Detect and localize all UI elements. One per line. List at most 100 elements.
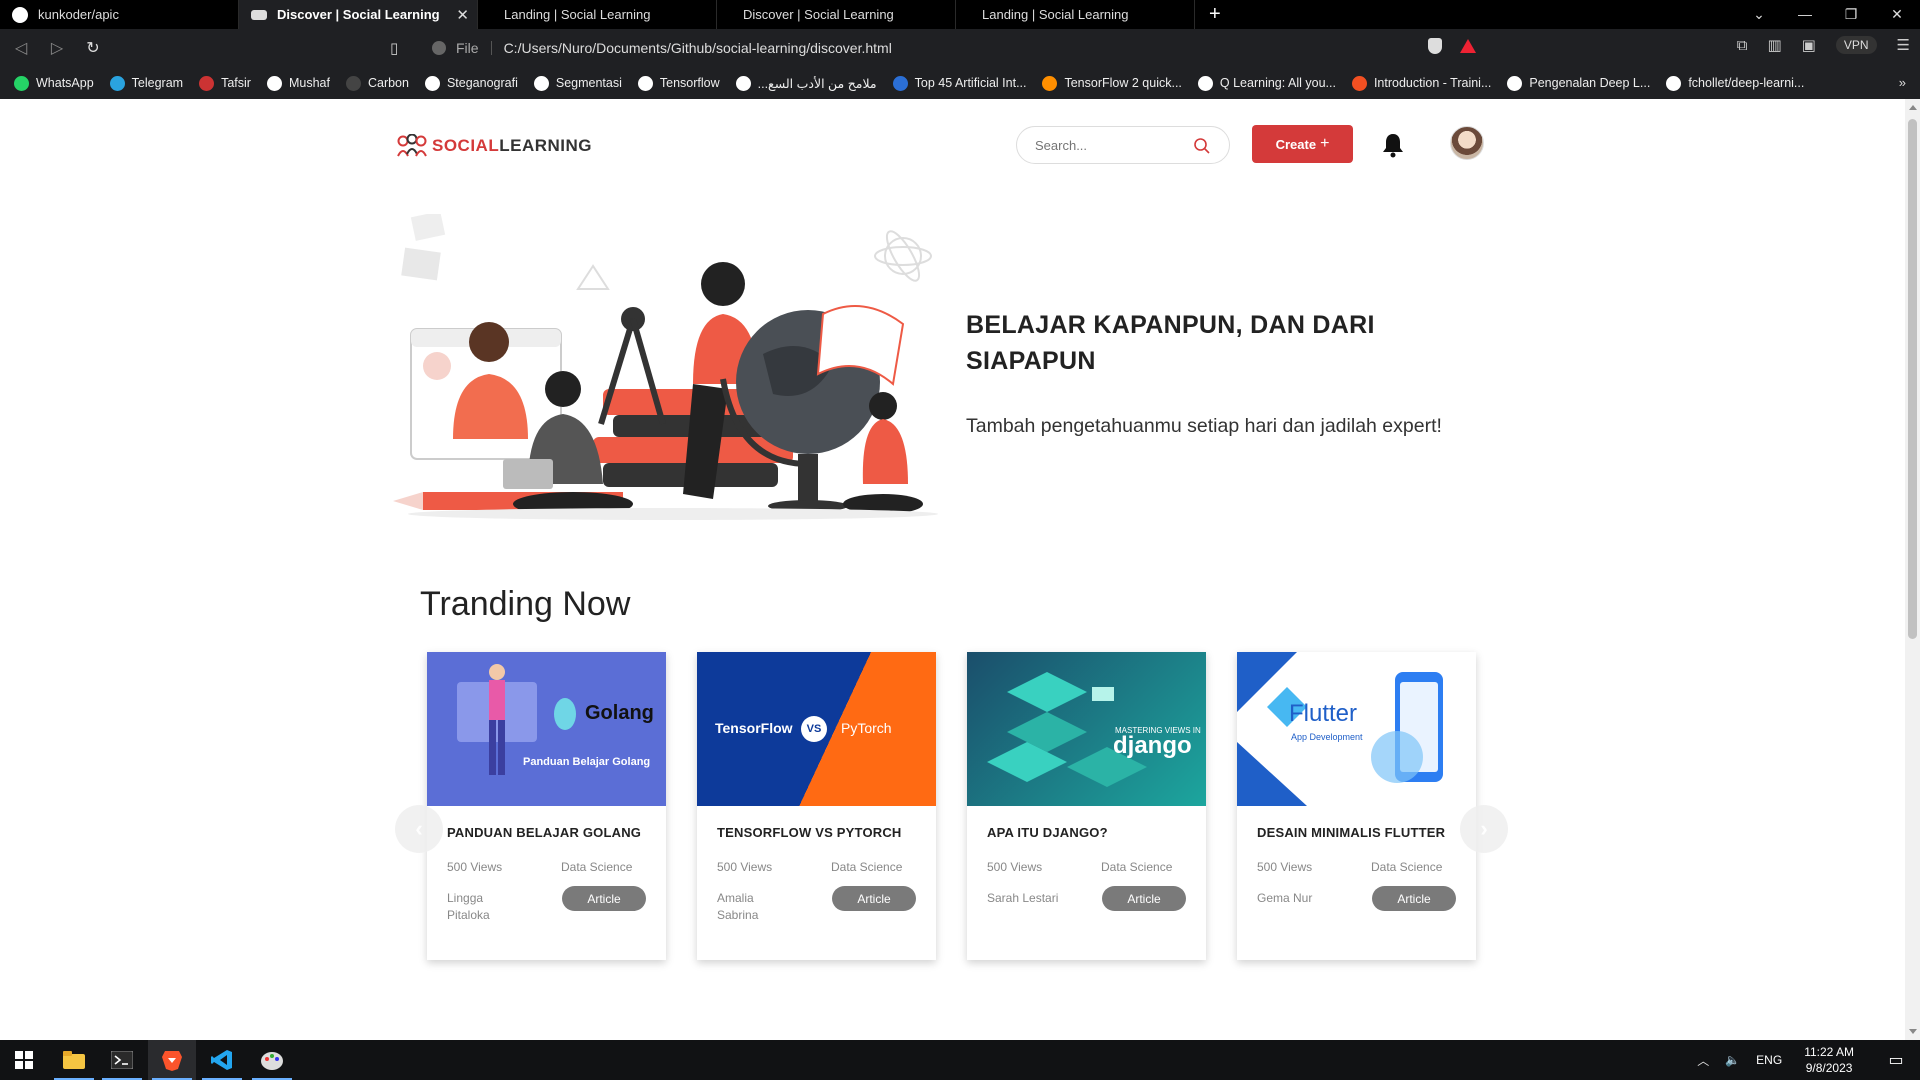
address-bar[interactable]: File C:/Users/Nuro/Documents/Github/soci… [420,34,1500,62]
notification-bell-icon[interactable] [1381,132,1405,158]
article-card[interactable]: MASTERING VIEWS IN django APA ITU DJANGO… [967,652,1206,960]
taskbar-terminal[interactable] [98,1040,146,1080]
tab-label: Landing | Social Learning [504,7,651,22]
article-card[interactable]: TensorFlow VS PyTorch TENSORFLOW VS PYTO… [697,652,936,960]
search-icon[interactable] [1193,137,1211,155]
search-input[interactable] [1035,137,1185,153]
sidebar-icon[interactable]: ▥ [1767,36,1781,54]
tab-landing-2[interactable]: Landing | Social Learning [956,0,1195,29]
forward-icon[interactable]: ▷ [42,38,72,58]
bookmark-label: Carbon [367,76,409,90]
card-type-badge[interactable]: Article [832,886,916,911]
bookmark-item[interactable]: TensorFlow 2 quick... [1042,75,1182,91]
bookmark-item[interactable]: Pengenalan Deep L... [1507,75,1650,91]
thumb-caption: Golang [585,702,654,724]
thumb-caption: django [1113,732,1192,759]
taskbar-vscode[interactable] [198,1040,246,1080]
bookmark-item[interactable]: Mushaf [266,75,330,91]
carousel-next-button[interactable]: › [1460,805,1508,853]
chevron-left-icon: ‹ [415,816,423,841]
start-button[interactable] [0,1040,48,1080]
page-scrollbar[interactable] [1905,99,1920,1040]
taskbar-paint-app[interactable] [248,1040,296,1080]
article-card[interactable]: Flutter App Development DESAIN MINIMALIS… [1237,652,1476,960]
close-window-button[interactable]: ✕ [1874,0,1920,29]
extensions-icon[interactable]: ⧉ [1737,37,1748,54]
bookmark-item[interactable]: Segmentasi [533,75,622,91]
taskbar-brave-browser[interactable] [148,1040,196,1080]
more-bookmarks-icon[interactable]: » [1899,75,1906,90]
back-icon[interactable]: ◁ [6,38,36,58]
chevron-up-icon[interactable]: ︿ [1697,1052,1709,1069]
card-views: 500 Views [447,860,503,874]
close-tab-icon[interactable]: ✕ [456,6,469,24]
card-category: Data Science [561,860,633,874]
url-text[interactable]: C:/Users/Nuro/Documents/Github/social-le… [504,40,892,56]
scrollbar-thumb[interactable] [1908,119,1917,639]
notification-center-icon[interactable]: ▭ [1872,1050,1920,1070]
card-type-badge[interactable]: Article [562,886,646,911]
search-box[interactable] [1016,126,1230,164]
card-type-badge[interactable]: Article [1102,886,1186,911]
scroll-down-icon[interactable] [1909,1029,1917,1034]
bookmark-item[interactable]: Carbon [345,75,409,91]
carousel-prev-button[interactable]: ‹ [395,805,443,853]
bookmark-item[interactable]: Steganografi [424,75,518,91]
taskbar-file-explorer[interactable] [50,1040,98,1080]
window-controls: ⌄ — ❐ ✕ [1736,0,1920,29]
tab-discover-active[interactable]: Discover | Social Learning ✕ [239,0,478,29]
clock-date: 9/8/2023 [1805,1061,1853,1075]
card-views: 500 Views [1257,860,1313,874]
bookmark-item[interactable]: Q Learning: All you... [1197,75,1336,91]
card-views: 500 Views [717,860,773,874]
plus-icon: + [1320,135,1330,152]
chevron-right-icon: › [1480,816,1488,841]
bookmark-label: Introduction - Traini... [1373,76,1492,90]
wallet-icon[interactable]: ▣ [1802,36,1816,54]
card-type-badge[interactable]: Article [1372,886,1456,911]
create-button[interactable]: Create + [1252,125,1353,163]
brave-rewards-icon[interactable] [1460,39,1476,53]
article-card[interactable]: Golang Panduan Belajar Golang PANDUAN BE… [427,652,666,960]
thumb-subcaption: App Development [1291,732,1363,742]
bookmark-item[interactable]: Tafsir [199,75,251,91]
reload-icon[interactable]: ↻ [78,38,108,58]
system-clock[interactable]: 11:22 AM 9/8/2023 [1804,1044,1854,1076]
card-title: TENSORFLOW VS PYTORCH [717,825,902,840]
thumb-subcaption: PyTorch [841,720,892,736]
tab-search-icon[interactable]: ⌄ [1736,0,1782,29]
user-avatar[interactable] [1450,126,1484,160]
bookmark-item[interactable]: Top 45 Artificial Int... [892,75,1026,91]
thumb-caption: Flutter [1289,700,1358,727]
menu-icon[interactable]: ☰ [1897,36,1910,54]
bookmark-item[interactable]: Introduction - Traini... [1351,75,1492,91]
new-tab-button[interactable]: + [1209,3,1221,26]
create-button-label: Create [1275,136,1317,152]
bookmark-item[interactable]: WhatsApp [14,75,94,91]
bookmark-item[interactable]: Telegram [109,75,183,91]
logo-text-social: SOCIAL [432,136,500,155]
bookmark-item[interactable]: ...ملامح من الأدب السع [735,75,877,91]
bookmark-item[interactable]: fchollet/deep-learni... [1666,75,1804,91]
info-icon[interactable] [432,41,446,55]
speaker-icon[interactable]: 🔈 [1725,1053,1740,1067]
bookmark-icon[interactable]: ▯ [390,39,398,57]
bookmark-item[interactable]: Tensorflow [637,75,720,91]
card-author: Amalia Sabrina [717,891,759,922]
bookmark-label: TensorFlow 2 quick... [1064,76,1182,90]
brave-shield-icon[interactable] [1428,38,1442,54]
vpn-button[interactable]: VPN [1835,36,1877,54]
card-author: Sarah Lestari [987,891,1059,905]
tab-github[interactable]: kunkoder/apic [0,0,239,29]
restore-button[interactable]: ❐ [1828,0,1874,29]
tab-discover[interactable]: Discover | Social Learning [717,0,956,29]
card-category: Data Science [1371,860,1443,874]
input-language[interactable]: ENG [1756,1053,1782,1067]
site-logo[interactable]: SOCIAL LEARNING [396,134,592,158]
card-category: Data Science [1101,860,1173,874]
bookmark-favicon-icon [266,75,282,91]
tab-landing[interactable]: Landing | Social Learning [478,0,717,29]
tab-label: Landing | Social Learning [982,7,1129,22]
scroll-up-icon[interactable] [1909,105,1917,110]
minimize-button[interactable]: — [1782,0,1828,29]
